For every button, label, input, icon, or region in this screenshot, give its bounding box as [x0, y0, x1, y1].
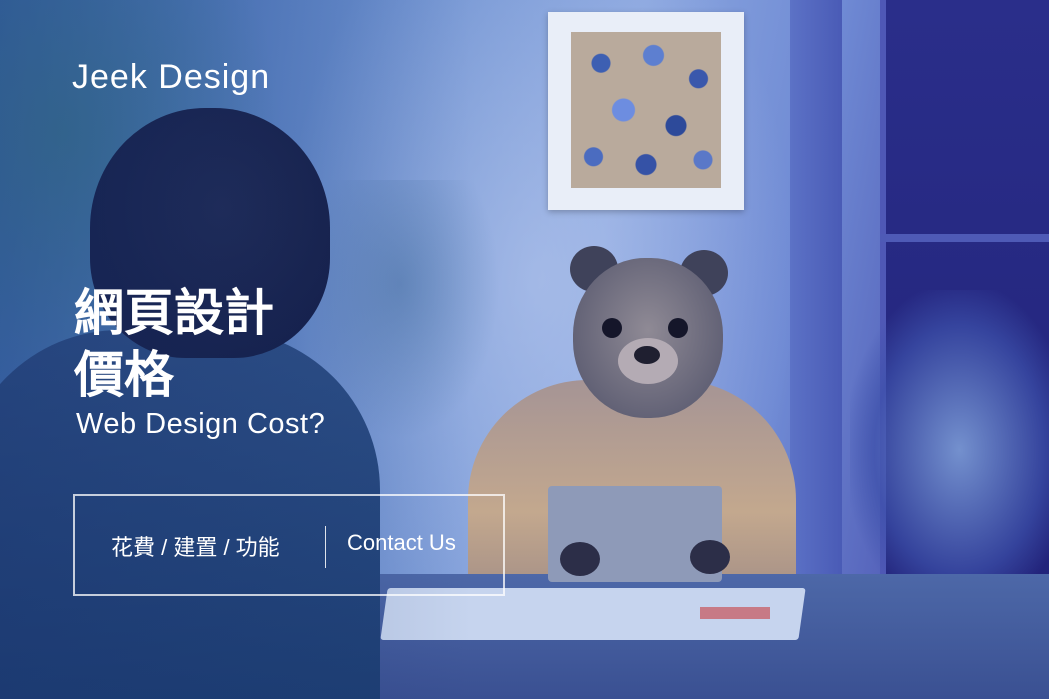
page-title: 網頁設計 價格 — [74, 282, 274, 406]
cta-box: 花費 / 建置 / 功能 Contact Us — [73, 494, 505, 596]
cost-build-features-link[interactable]: 花費 / 建置 / 功能 — [111, 530, 280, 562]
page-title-line-1: 網頁設計 — [74, 285, 274, 341]
brand-logo[interactable]: Jeek Design — [72, 58, 270, 97]
contact-us-link[interactable]: Contact Us — [347, 530, 456, 556]
page-title-line-2: 價格 — [74, 347, 174, 403]
page-subtitle: Web Design Cost? — [76, 408, 326, 440]
cta-divider — [325, 526, 326, 568]
